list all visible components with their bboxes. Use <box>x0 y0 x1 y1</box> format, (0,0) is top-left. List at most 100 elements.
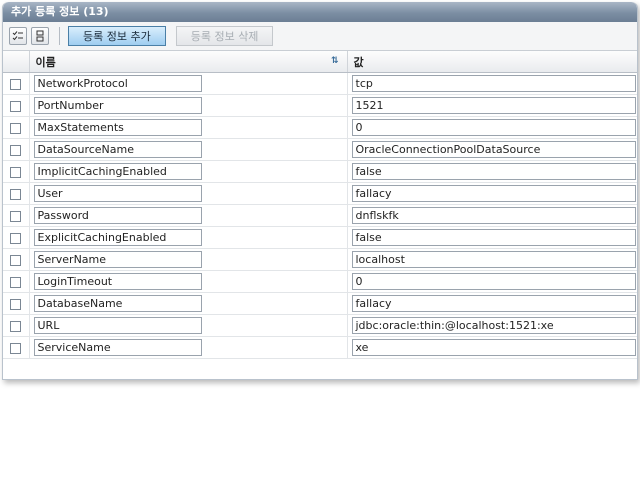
table-row: User fallacy <box>3 182 637 205</box>
table-row: NetworkProtocol tcp <box>3 72 637 95</box>
table-row: MaxStatements 0 <box>3 116 637 139</box>
row-checkbox[interactable] <box>10 320 22 332</box>
property-name-input[interactable]: NetworkProtocol <box>33 75 202 92</box>
name-cell: Password <box>29 204 348 227</box>
name-cell: URL <box>29 314 348 337</box>
property-name-input[interactable]: MaxStatements <box>33 119 202 136</box>
header-value-label: 값 <box>353 55 364 69</box>
property-name-input[interactable]: DatabaseName <box>33 295 202 312</box>
property-value-input[interactable]: 0 <box>351 273 636 290</box>
sort-icon[interactable]: ⇅ <box>331 56 339 66</box>
property-value-input[interactable]: 0 <box>351 119 636 136</box>
row-check-cell <box>3 182 30 205</box>
name-cell: ServerName <box>29 248 348 271</box>
check-list-icon[interactable] <box>9 27 27 45</box>
row-check-cell <box>3 160 30 183</box>
delete-property-button[interactable]: 등록 정보 삭제 <box>175 26 274 46</box>
table-row: ExplicitCachingEnabled false <box>3 226 637 249</box>
uncheck-list-icon[interactable] <box>31 27 49 45</box>
name-cell: ExplicitCachingEnabled <box>29 226 348 249</box>
property-value-input[interactable]: 1521 <box>351 97 636 114</box>
property-name-input[interactable]: ExplicitCachingEnabled <box>33 229 202 246</box>
table-row: Password dnflskfk <box>3 204 637 227</box>
row-check-cell <box>3 116 30 139</box>
row-checkbox[interactable] <box>10 342 22 354</box>
name-cell: NetworkProtocol <box>29 72 348 95</box>
value-cell: OracleConnectionPoolDataSource <box>347 138 637 161</box>
row-check-cell <box>3 94 30 117</box>
row-checkbox[interactable] <box>10 254 22 266</box>
row-check-cell <box>3 72 30 95</box>
property-value-input[interactable]: tcp <box>351 75 636 92</box>
panel-title: 추가 등록 정보 (13) <box>3 2 637 22</box>
header-name-label: 이름 <box>35 55 56 69</box>
property-name-input[interactable]: ServiceName <box>33 339 202 356</box>
property-value-input[interactable]: fallacy <box>351 185 636 202</box>
table-header-row: 이름 ⇅ 값 <box>3 51 637 73</box>
table-row: LoginTimeout 0 <box>3 270 637 293</box>
property-name-input[interactable]: DataSourceName <box>33 141 202 158</box>
value-cell: false <box>347 160 637 183</box>
row-check-cell <box>3 314 30 337</box>
row-checkbox[interactable] <box>10 210 22 222</box>
name-cell: DataSourceName <box>29 138 348 161</box>
row-checkbox[interactable] <box>10 166 22 178</box>
property-value-input[interactable]: false <box>351 229 636 246</box>
properties-panel: 추가 등록 정보 (13) 등록 정보 추가 등록 정보 삭제 이름 ⇅ 값 N… <box>2 2 638 380</box>
table-row: ServerName localhost <box>3 248 637 271</box>
table-row: ServiceName xe <box>3 336 637 359</box>
table-row: DatabaseName fallacy <box>3 292 637 315</box>
property-value-input[interactable]: xe <box>351 339 636 356</box>
value-cell: fallacy <box>347 292 637 315</box>
row-checkbox[interactable] <box>10 78 22 90</box>
value-cell: 0 <box>347 270 637 293</box>
property-name-input[interactable]: URL <box>33 317 202 334</box>
header-value[interactable]: 값 <box>347 51 637 73</box>
row-check-cell <box>3 226 30 249</box>
name-cell: ImplicitCachingEnabled <box>29 160 348 183</box>
row-checkbox[interactable] <box>10 298 22 310</box>
table-row: URL jdbc:oracle:thin:@localhost:1521:xe <box>3 314 637 337</box>
value-cell: 0 <box>347 116 637 139</box>
row-checkbox[interactable] <box>10 144 22 156</box>
name-cell: MaxStatements <box>29 116 348 139</box>
row-check-cell <box>3 138 30 161</box>
property-value-input[interactable]: OracleConnectionPoolDataSource <box>351 141 636 158</box>
toolbar-separator <box>59 27 60 45</box>
row-check-cell <box>3 292 30 315</box>
property-name-input[interactable]: User <box>33 185 202 202</box>
uncheck-list-glyph <box>36 30 44 42</box>
property-name-input[interactable]: PortNumber <box>33 97 202 114</box>
property-name-input[interactable]: LoginTimeout <box>33 273 202 290</box>
property-value-input[interactable]: jdbc:oracle:thin:@localhost:1521:xe <box>351 317 636 334</box>
row-check-cell <box>3 270 30 293</box>
property-value-input[interactable]: localhost <box>351 251 636 268</box>
row-checkbox[interactable] <box>10 122 22 134</box>
value-cell: false <box>347 226 637 249</box>
header-name[interactable]: 이름 ⇅ <box>29 51 348 73</box>
row-checkbox[interactable] <box>10 232 22 244</box>
table-row: PortNumber 1521 <box>3 94 637 117</box>
property-name-input[interactable]: Password <box>33 207 202 224</box>
name-cell: PortNumber <box>29 94 348 117</box>
value-cell: localhost <box>347 248 637 271</box>
row-checkbox[interactable] <box>10 276 22 288</box>
name-cell: ServiceName <box>29 336 348 359</box>
check-list-glyph <box>12 31 23 41</box>
name-cell: User <box>29 182 348 205</box>
properties-table: 이름 ⇅ 값 NetworkProtocol tcp PortNumber 1521 M… <box>3 51 637 359</box>
name-cell: DatabaseName <box>29 292 348 315</box>
property-name-input[interactable]: ImplicitCachingEnabled <box>33 163 202 180</box>
row-check-cell <box>3 248 30 271</box>
property-value-input[interactable]: dnflskfk <box>351 207 636 224</box>
property-value-input[interactable]: false <box>351 163 636 180</box>
value-cell: jdbc:oracle:thin:@localhost:1521:xe <box>347 314 637 337</box>
property-value-input[interactable]: fallacy <box>351 295 636 312</box>
row-checkbox[interactable] <box>10 100 22 112</box>
table-row: ImplicitCachingEnabled false <box>3 160 637 183</box>
add-property-button[interactable]: 등록 정보 추가 <box>68 26 166 46</box>
row-checkbox[interactable] <box>10 188 22 200</box>
toolbar: 등록 정보 추가 등록 정보 삭제 <box>3 22 637 51</box>
property-name-input[interactable]: ServerName <box>33 251 202 268</box>
row-check-cell <box>3 336 30 359</box>
